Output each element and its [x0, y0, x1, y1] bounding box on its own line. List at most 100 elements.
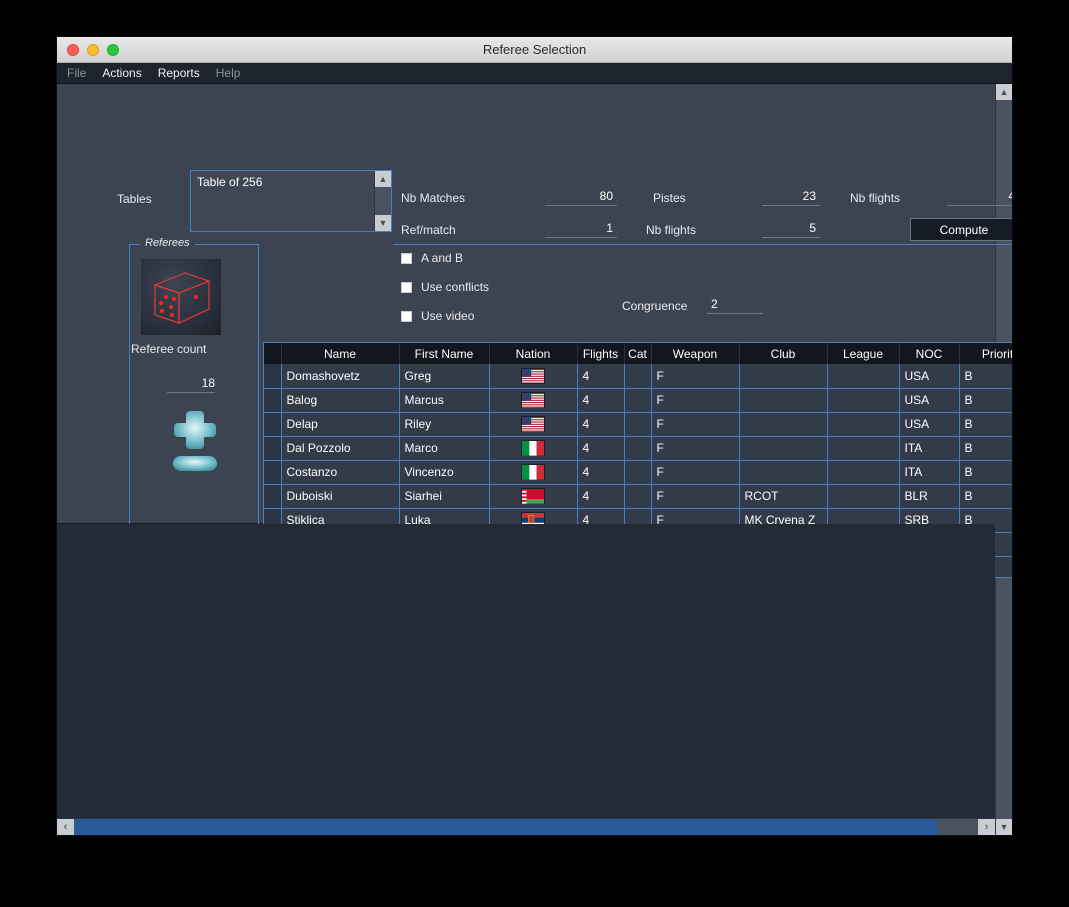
cell-league — [827, 364, 900, 389]
tables-list-scrollbar[interactable]: ▲ ▼ — [374, 171, 391, 231]
ref-match-label: Ref/match — [401, 223, 456, 237]
header-name[interactable]: Name — [281, 343, 400, 364]
cell-club — [739, 364, 828, 389]
checkbox-icon[interactable] — [401, 281, 412, 293]
cell-noc: USA — [899, 412, 960, 437]
header-gutter — [264, 343, 282, 364]
nb-matches-field[interactable]: 80 — [545, 189, 617, 206]
cell-flights: 4 — [577, 412, 625, 437]
table-row[interactable]: Dal Pozzolo Marco 4 F ITA B — [264, 436, 1012, 461]
header-nation[interactable]: Nation — [489, 343, 578, 364]
cell-weapon: F — [651, 436, 740, 461]
cell-cat — [624, 484, 652, 509]
menu-reports[interactable]: Reports — [158, 66, 200, 80]
cell-priority: B — [959, 436, 1012, 461]
table-row[interactable]: Domashovetz Greg 4 F USA B — [264, 364, 1012, 389]
title-bar: Referee Selection — [57, 37, 1012, 63]
divider — [393, 244, 1012, 245]
scroll-thumb[interactable] — [74, 819, 938, 835]
cell-cat — [624, 364, 652, 389]
window-hscrollbar[interactable]: ‹ › — [57, 818, 995, 835]
dice-cube-icon — [141, 259, 221, 335]
scroll-left-icon[interactable]: ‹ — [57, 819, 74, 835]
checkbox-use-conflicts-label: Use conflicts — [421, 280, 490, 294]
header-priority[interactable]: Priority — [959, 343, 1012, 364]
pistes-field[interactable]: 23 — [762, 189, 820, 206]
cell-gutter — [264, 484, 282, 509]
window-body: Tables Table of 256 ▲ ▼ Nb Matches 80 Pi… — [57, 84, 1012, 835]
congruence-label: Congruence — [622, 299, 688, 313]
cell-first-name: Vincenzo — [399, 460, 490, 485]
table-header-row: Name First Name Nation Flights Cat Weapo… — [264, 343, 1012, 364]
table-row[interactable]: Delap Riley 4 F USA B — [264, 412, 1012, 437]
checkbox-a-and-b[interactable]: A and B — [401, 251, 463, 265]
header-league[interactable]: League — [827, 343, 900, 364]
checkbox-use-video[interactable]: Use video — [401, 309, 474, 323]
cell-weapon: F — [651, 412, 740, 437]
scroll-track[interactable] — [74, 819, 978, 835]
scroll-right-icon[interactable]: › — [978, 819, 995, 835]
cell-first-name: Marco — [399, 436, 490, 461]
increment-button[interactable] — [172, 409, 218, 449]
cell-name: Duboiski — [281, 484, 400, 509]
cell-league — [827, 436, 900, 461]
ref-match-field[interactable]: 1 — [545, 221, 617, 238]
menu-help[interactable]: Help — [216, 66, 241, 80]
cell-cat — [624, 460, 652, 485]
cell-priority: B — [959, 388, 1012, 413]
header-noc[interactable]: NOC — [899, 343, 960, 364]
lower-pane: Criteria Nation ▼ One step Referees/vide… — [57, 524, 995, 818]
cell-weapon: F — [651, 388, 740, 413]
tables-list[interactable]: Table of 256 ▲ ▼ — [190, 170, 392, 232]
decrement-button[interactable] — [172, 454, 218, 473]
menu-file[interactable]: File — [67, 66, 86, 80]
cell-club: RCOT — [739, 484, 828, 509]
cell-noc: BLR — [899, 484, 960, 509]
list-item[interactable]: Table of 256 — [197, 175, 368, 189]
chevron-down-icon[interactable]: ▼ — [375, 215, 391, 231]
cell-club — [739, 460, 828, 485]
header-first-name[interactable]: First Name — [399, 343, 490, 364]
nb-matches-label: Nb Matches — [401, 191, 466, 205]
header-cat[interactable]: Cat — [624, 343, 652, 364]
cell-noc: ITA — [899, 436, 960, 461]
cell-priority: B — [959, 460, 1012, 485]
table-row[interactable]: Duboiski Siarhei 4 F RCOT BLR B — [264, 484, 1012, 509]
cell-noc: USA — [899, 364, 960, 389]
pistes-label: Pistes — [653, 191, 686, 205]
referee-count-value[interactable]: 18 — [167, 376, 215, 393]
chevron-up-icon[interactable]: ▲ — [996, 84, 1012, 100]
cell-weapon: F — [651, 484, 740, 509]
table-row[interactable]: Balog Marcus 4 F USA B — [264, 388, 1012, 413]
checkbox-icon[interactable] — [401, 310, 412, 322]
checkbox-use-conflicts[interactable]: Use conflicts — [401, 280, 489, 294]
header-club[interactable]: Club — [739, 343, 828, 364]
cell-noc: USA — [899, 388, 960, 413]
cell-league — [827, 484, 900, 509]
referees-group-title: Referees — [140, 237, 195, 249]
nb-flights2-label: Nb flights — [646, 223, 697, 237]
cell-first-name: Marcus — [399, 388, 490, 413]
chevron-up-icon[interactable]: ▲ — [375, 171, 391, 187]
flag-icon-ita — [489, 460, 578, 485]
header-flights[interactable]: Flights — [577, 343, 625, 364]
cell-gutter — [264, 460, 282, 485]
flag-icon-usa — [489, 364, 578, 389]
header-weapon[interactable]: Weapon — [651, 343, 740, 364]
nb-flights2-field[interactable]: 5 — [762, 221, 820, 238]
cell-name: Costanzo — [281, 460, 400, 485]
cell-first-name: Riley — [399, 412, 490, 437]
cell-cat — [624, 388, 652, 413]
menu-actions[interactable]: Actions — [102, 66, 141, 80]
cell-gutter — [264, 364, 282, 389]
referee-count-label: Referee count — [131, 342, 207, 356]
chevron-down-icon[interactable]: ▼ — [996, 819, 1012, 835]
checkbox-icon[interactable] — [401, 252, 412, 264]
cell-priority: B — [959, 364, 1012, 389]
cell-weapon: F — [651, 364, 740, 389]
nb-flights-field[interactable]: 4 — [947, 189, 1012, 206]
congruence-field[interactable]: 2 — [707, 297, 763, 314]
cell-club — [739, 412, 828, 437]
compute-button[interactable]: Compute — [910, 218, 1012, 241]
table-row[interactable]: Costanzo Vincenzo 4 F ITA B — [264, 460, 1012, 485]
